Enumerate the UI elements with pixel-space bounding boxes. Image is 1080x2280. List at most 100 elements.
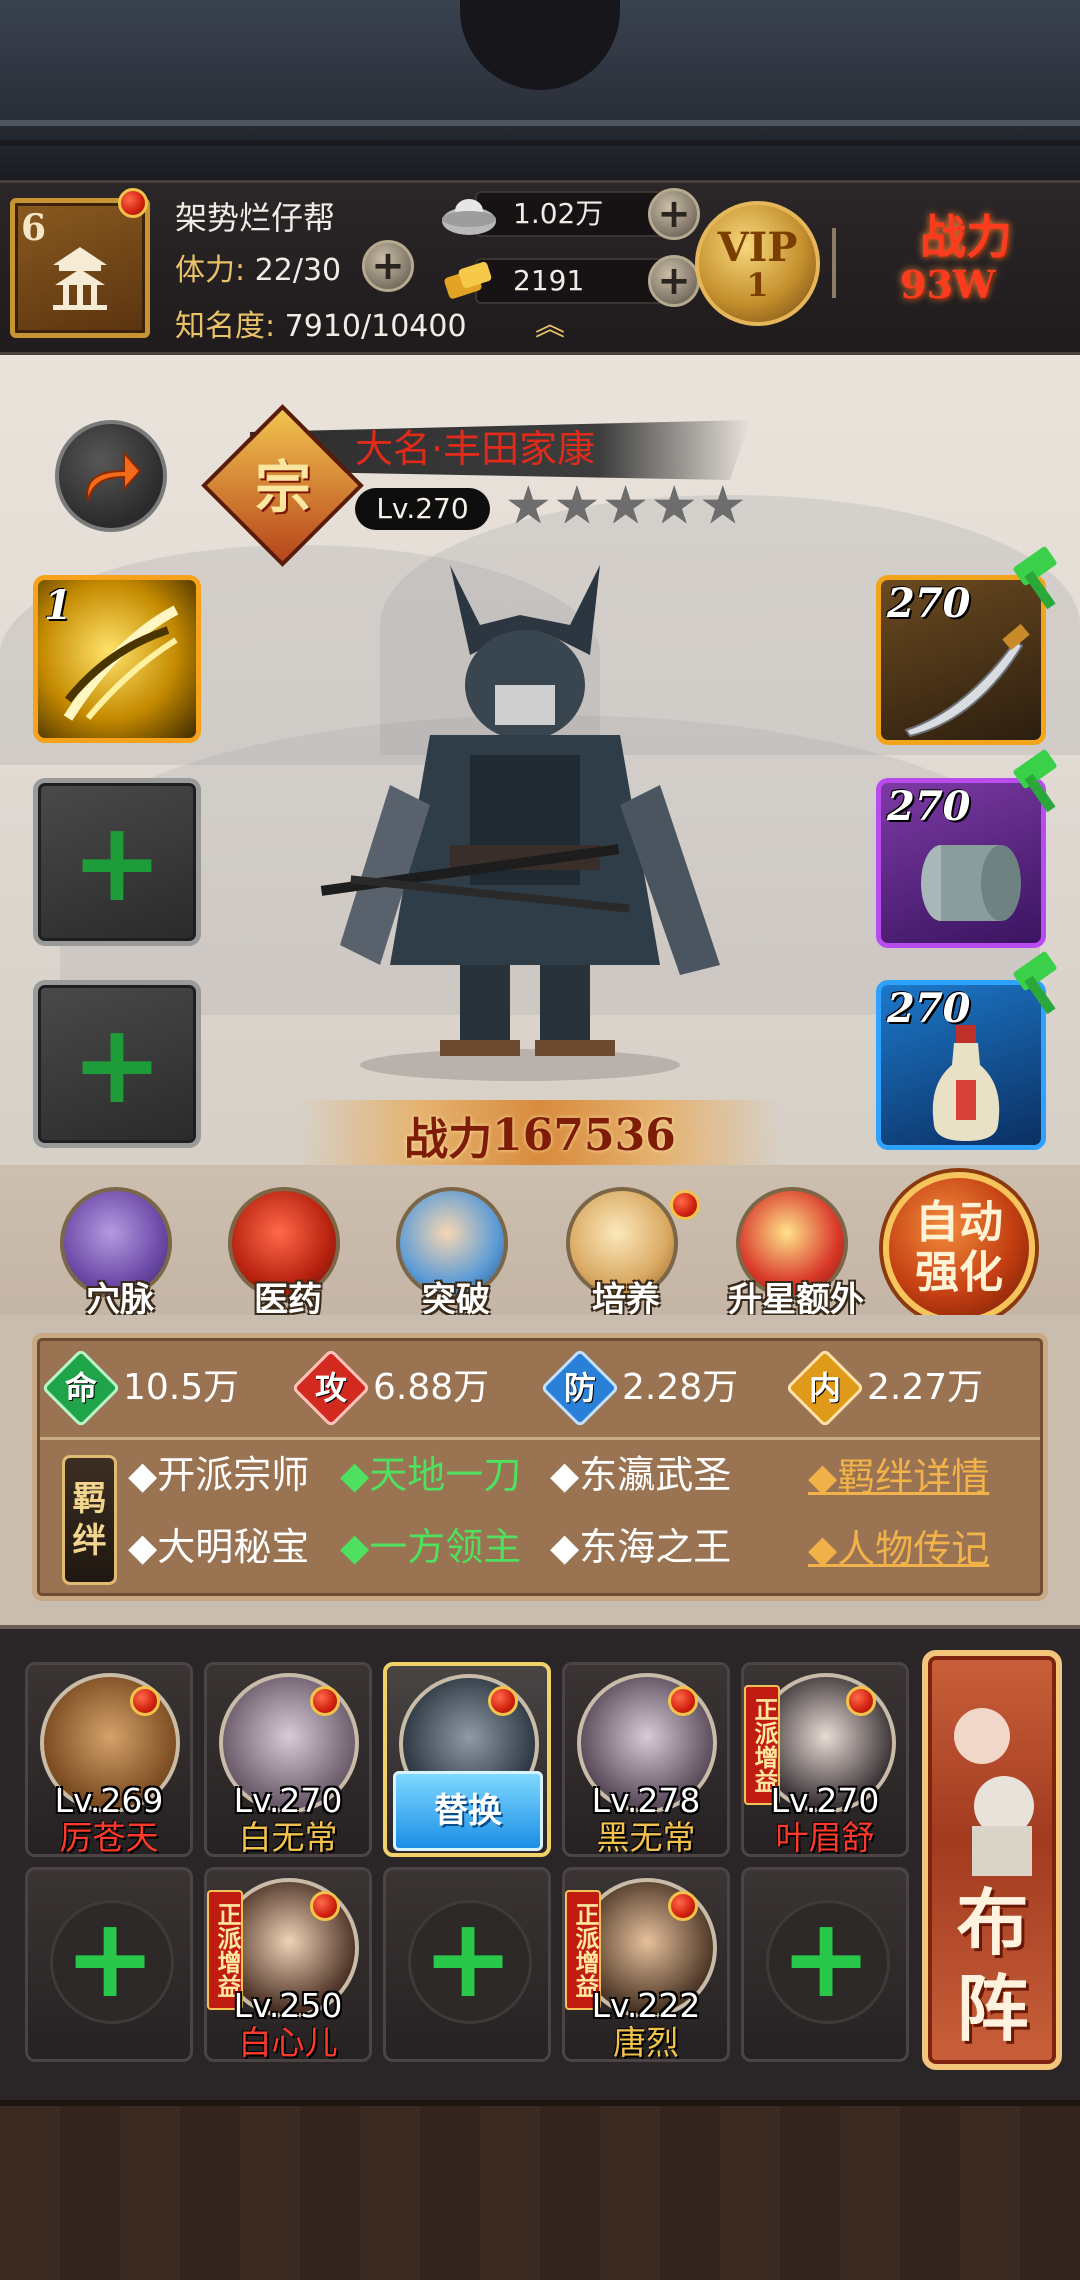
bond-item: ◆大明秘宝 xyxy=(128,1525,310,1569)
roof-beam-shadow xyxy=(0,140,1080,146)
member-level: Lv.278 xyxy=(591,1781,701,1820)
silver-value: 1.02万 xyxy=(513,197,604,230)
bonds-tag-line1: 羁 xyxy=(72,1479,107,1519)
bond-item-active: ◆一方领主 xyxy=(340,1525,522,1569)
bond-item: ◆东瀛武圣 xyxy=(550,1453,732,1497)
add-stamina-button[interactable]: + xyxy=(362,240,414,292)
add-icon: + xyxy=(70,798,164,926)
back-arrow-icon xyxy=(86,450,142,502)
back-button[interactable] xyxy=(55,420,167,532)
stat-value: 10.5万 xyxy=(123,1367,240,1408)
vip-badge[interactable]: VIP 1 xyxy=(695,201,820,326)
member-name: 厉苍天 xyxy=(59,1818,159,1857)
member-level: Lv.269 xyxy=(54,1781,164,1820)
team-member-slot[interactable]: Lv.270 白无常 xyxy=(204,1662,372,1857)
roof-beam xyxy=(0,120,1080,126)
bonds-tag: 羁 绊 xyxy=(62,1455,117,1585)
stamina-display: 体力: 22/30 xyxy=(175,245,341,289)
empty-team-slot[interactable]: + xyxy=(25,1867,193,2062)
stat-char: 命 xyxy=(64,1369,97,1407)
team-member-slot[interactable]: 正派增益 Lv.270 叶眉舒 xyxy=(741,1662,909,1857)
hero-power: 战力 167536 xyxy=(300,1100,780,1170)
camp-badge-char: 宗 xyxy=(255,454,311,521)
star-icon: ★ xyxy=(650,476,698,536)
gold-value: 2191 xyxy=(513,264,585,297)
roof-header xyxy=(0,0,1080,180)
skill-slot[interactable]: 1 xyxy=(33,575,201,743)
formation-label-line1: 布 xyxy=(956,1880,1029,1965)
player-bar: 6 架势烂仔帮 体力: 22/30 + 知名度: 7910/10400 1.02… xyxy=(0,180,1080,355)
avatar-notification-dot xyxy=(118,188,148,218)
function-label: 突破 xyxy=(422,1280,490,1320)
formation-label-line2: 阵 xyxy=(956,1966,1029,2051)
add-silver-button[interactable]: + xyxy=(648,188,700,240)
hammer-icon[interactable] xyxy=(1005,950,1075,1020)
hero-portrait-samurai[interactable] xyxy=(300,545,740,1085)
fame-value: 7910/10400 xyxy=(284,309,467,344)
guild-name: 架势烂仔帮 xyxy=(175,199,336,237)
empty-skill-slot[interactable]: + xyxy=(33,980,201,1148)
hammer-icon[interactable] xyxy=(1005,748,1075,818)
sword-icon xyxy=(904,623,1030,738)
member-name: 黑无常 xyxy=(596,1818,696,1857)
fame-display: 知名度: 7910/10400 xyxy=(175,301,467,345)
divider xyxy=(832,228,836,298)
member-name: 白心儿 xyxy=(238,2023,338,2062)
hero-power-value: 167536 xyxy=(492,1109,676,1161)
member-name: 叶眉舒 xyxy=(775,1818,875,1857)
floor-decoration xyxy=(0,2100,1080,2280)
add-gold-button[interactable]: + xyxy=(648,255,700,307)
stat-value: 2.27万 xyxy=(867,1367,984,1408)
auto-enhance-line2: 强化 xyxy=(915,1247,1003,1298)
member-notification-dot xyxy=(310,1686,340,1716)
skill-slash-icon xyxy=(63,605,179,721)
stamina-value: 22/30 xyxy=(254,253,342,288)
auto-enhance-line1: 自动 xyxy=(915,1197,1003,1248)
stat-value: 2.28万 xyxy=(622,1367,739,1408)
gold-ingot-icon xyxy=(444,261,492,299)
silver-ingot-icon xyxy=(442,199,496,235)
hero-power-label: 战力 xyxy=(404,1114,493,1165)
star-rating: ★ ★ ★ ★ ★ xyxy=(505,480,785,540)
bond-item: ◆东海之王 xyxy=(550,1525,732,1569)
team-member-slot[interactable]: Lv.278 黑无常 xyxy=(562,1662,730,1857)
roof-ornament xyxy=(460,0,620,90)
replace-button[interactable]: 替换 xyxy=(393,1771,543,1851)
vip-level: 1 xyxy=(746,265,769,304)
hammer-icon[interactable] xyxy=(1005,545,1075,615)
stat-row: 命 10.5万 攻 6.88万 防 2.28万 内 2.27万 xyxy=(41,1345,1035,1435)
formation-label: 布 阵 xyxy=(935,1880,1050,2052)
member-level: Lv.270 xyxy=(770,1781,880,1820)
add-icon: + xyxy=(780,1894,873,2022)
member-notification-dot xyxy=(846,1686,876,1716)
total-power-badge[interactable]: 战力 93W xyxy=(880,211,1070,321)
team-member-slot[interactable]: Lv.269 厉苍天 xyxy=(25,1662,193,1857)
equipment-level: 270 xyxy=(887,783,971,830)
function-label: 医药 xyxy=(254,1280,322,1320)
expand-chevron-icon[interactable]: ︽ xyxy=(520,311,580,341)
panel-divider xyxy=(40,1437,1040,1440)
total-power-label: 战力 xyxy=(920,210,1012,264)
empty-team-slot[interactable]: + xyxy=(383,1867,551,2062)
member-notification-dot xyxy=(310,1891,340,1921)
silver-display: 1.02万 xyxy=(475,191,675,237)
stat-char: 防 xyxy=(563,1369,596,1407)
stamina-label: 体力: xyxy=(175,253,246,288)
team-member-slot[interactable]: 正派增益 Lv.250 白心儿 xyxy=(204,1867,372,2062)
auto-enhance-button[interactable]: 自动 强化 xyxy=(883,1172,1035,1324)
biography-link[interactable]: ◆人物传记 xyxy=(808,1524,989,1574)
empty-skill-slot[interactable]: + xyxy=(33,778,201,946)
player-avatar[interactable]: 6 xyxy=(10,198,150,338)
team-member-slot[interactable]: 正派增益 Lv.222 唐烈 xyxy=(562,1867,730,2062)
bond-details-link[interactable]: ◆羁绊详情 xyxy=(808,1452,989,1502)
team-member-slot-selected[interactable]: 替换 xyxy=(383,1662,551,1857)
add-icon: + xyxy=(64,1894,157,2022)
empty-team-slot[interactable]: + xyxy=(741,1867,909,2062)
stat-char: 内 xyxy=(808,1369,841,1407)
member-name: 唐烈 xyxy=(613,2023,679,2062)
total-power-value: 93W xyxy=(900,262,996,307)
formation-heroes-art xyxy=(954,1708,1034,1876)
function-label: 升星额外 xyxy=(728,1280,864,1320)
pagoda-icon xyxy=(53,247,107,310)
star-icon: ★ xyxy=(553,476,601,536)
